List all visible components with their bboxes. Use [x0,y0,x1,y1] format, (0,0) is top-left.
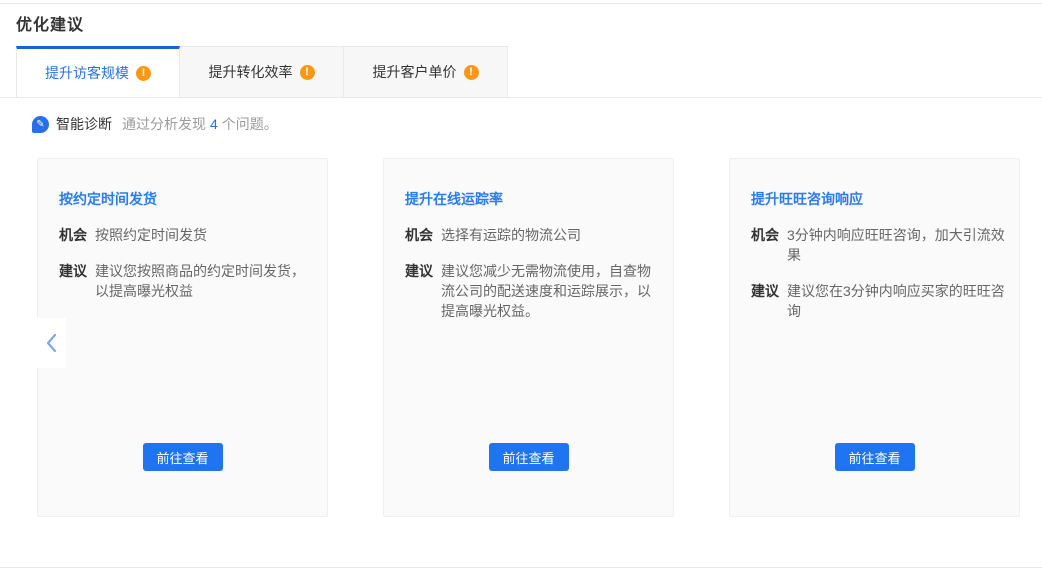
suggestion-tabs: 提升访客规模 ! 提升转化效率 ! 提升客户单价 ! [16,46,508,97]
tab-customer-unit-price[interactable]: 提升客户单价 ! [344,46,508,97]
suggestion-label: 建议 [751,281,787,301]
suggestion-text: 建议您在3分钟内响应买家的旺旺咨询 [787,281,1007,321]
suggestion-row: 建议 建议您在3分钟内响应买家的旺旺咨询 [751,281,1007,321]
card-online-tracking-rate: 提升在线运踪率 机会 选择有运踪的物流公司 建议 建议您减少无需物流使用，自查物… [383,158,674,517]
suggestion-row: 建议 建议您减少无需物流使用，自查物流公司的配送速度和运踪展示，以提高曝光权益。 [405,261,661,321]
tab-label: 提升转化效率 [209,62,293,82]
tab-label: 提升客户单价 [373,62,457,82]
panel-top-divider [0,3,1042,4]
opportunity-row: 机会 3分钟内响应旺旺咨询，加大引流效果 [751,225,1007,265]
smart-diagnosis-row: ✎ 智能诊断 通过分析发现 4 个问题。 [32,114,278,134]
go-view-button[interactable]: 前往查看 [834,443,914,471]
suggestion-text: 建议您按照商品的约定时间发货，以提高曝光权益 [95,261,315,301]
opportunity-label: 机会 [751,225,787,245]
opportunity-row: 机会 按照约定时间发货 [59,225,315,245]
tabs-bottom-divider [0,97,1042,98]
suggestion-row: 建议 建议您按照商品的约定时间发货，以提高曝光权益 [59,261,315,301]
warning-icon: ! [464,65,479,80]
chevron-left-icon [44,332,58,354]
opportunity-label: 机会 [59,225,95,245]
card-title-link[interactable]: 提升旺旺咨询响应 [751,189,1007,209]
card-on-time-shipping: 按约定时间发货 机会 按照约定时间发货 建议 建议您按照商品的约定时间发货，以提… [37,158,328,517]
suggestion-cards: 按约定时间发货 机会 按照约定时间发货 建议 建议您按照商品的约定时间发货，以提… [37,158,1020,517]
diagnosis-text-prefix: 通过分析发现 [122,114,206,134]
tab-conversion-efficiency[interactable]: 提升转化效率 ! [180,46,344,97]
suggestion-text: 建议您减少无需物流使用，自查物流公司的配送速度和运踪展示，以提高曝光权益。 [441,261,661,321]
warning-icon: ! [300,65,315,80]
go-view-button[interactable]: 前往查看 [488,443,568,471]
card-title-link[interactable]: 按约定时间发货 [59,189,315,209]
go-view-button[interactable]: 前往查看 [142,443,222,471]
diagnosis-label: 智能诊断 [56,114,112,134]
card-wangwang-response: 提升旺旺咨询响应 机会 3分钟内响应旺旺咨询，加大引流效果 建议 建议您在3分钟… [729,158,1020,517]
tab-label: 提升访客规模 [45,63,129,83]
diagnosis-pencil-icon: ✎ [32,116,49,133]
tab-visitor-scale[interactable]: 提升访客规模 ! [16,46,180,97]
panel-bottom-divider [0,567,1042,568]
opportunity-row: 机会 选择有运踪的物流公司 [405,225,661,245]
opportunity-text: 按照约定时间发货 [95,225,315,245]
page-title: 优化建议 [16,11,84,35]
opportunity-label: 机会 [405,225,441,245]
opportunity-text: 3分钟内响应旺旺咨询，加大引流效果 [787,225,1007,265]
warning-icon: ! [136,66,151,81]
carousel-prev-button[interactable] [36,318,66,368]
diagnosis-problem-count: 4 [206,116,222,132]
suggestion-label: 建议 [59,261,95,281]
suggestion-label: 建议 [405,261,441,281]
optimization-suggestions-panel: 优化建议 提升访客规模 ! 提升转化效率 ! 提升客户单价 ! ✎ 智能诊断 通… [0,0,1042,580]
opportunity-text: 选择有运踪的物流公司 [441,225,661,245]
diagnosis-text-suffix: 个问题。 [222,114,278,134]
card-title-link[interactable]: 提升在线运踪率 [405,189,661,209]
